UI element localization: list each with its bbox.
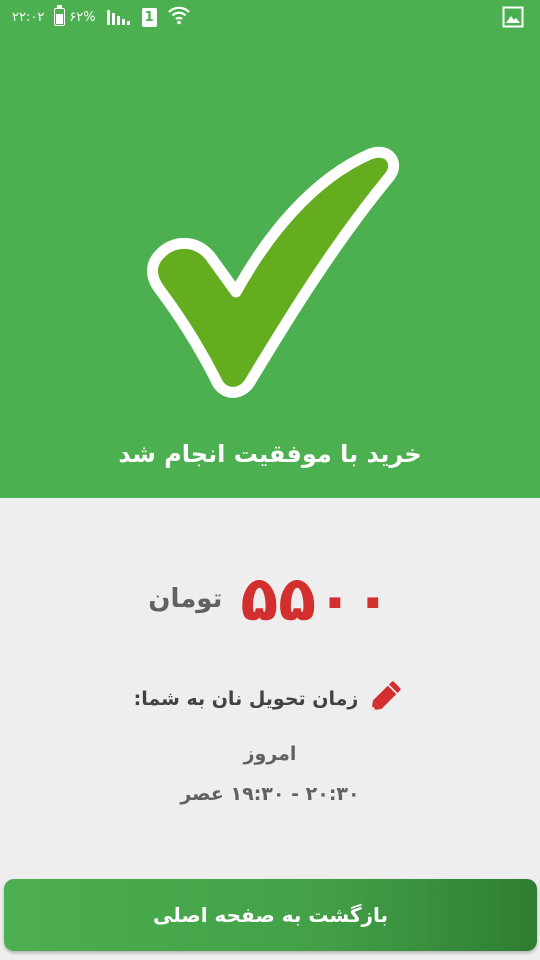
clock: ۲۲:۰۲	[12, 9, 45, 25]
amount-display: تومان ۵۵۰۰	[0, 568, 540, 630]
delivery-heading-label: زمان تحویل نان به شما:	[133, 688, 359, 710]
success-title: خرید با موفقیت انجام شد	[118, 440, 422, 468]
amount-value: ۵۵۰۰	[240, 562, 392, 635]
back-to-home-button[interactable]: بازگشت به صفحه اصلی	[4, 879, 537, 951]
status-bar: ۲۲:۰۲ ۶۲% 1	[0, 0, 540, 34]
wifi-icon	[167, 3, 191, 31]
pencil-icon	[364, 676, 406, 722]
delivery-heading: زمان تحویل نان به شما:	[0, 676, 540, 722]
delivery-day: امروز	[243, 743, 297, 765]
delivery-time-range: ۲۰:۳۰ - ۱۹:۳۰ عصر	[180, 783, 360, 805]
success-hero: خرید با موفقیت انجام شد	[0, 34, 540, 498]
status-left-group: ۲۲:۰۲ ۶۲% 1	[12, 3, 191, 31]
gallery-notification-icon	[502, 6, 524, 32]
battery-icon	[54, 5, 66, 26]
checkmark-icon	[138, 144, 408, 404]
battery-group: ۶۲%	[54, 5, 96, 26]
signal-icon	[106, 5, 132, 29]
sim-icon: 1	[141, 7, 157, 27]
battery-percent: ۶۲%	[69, 9, 96, 25]
currency-unit: تومان	[148, 584, 223, 614]
